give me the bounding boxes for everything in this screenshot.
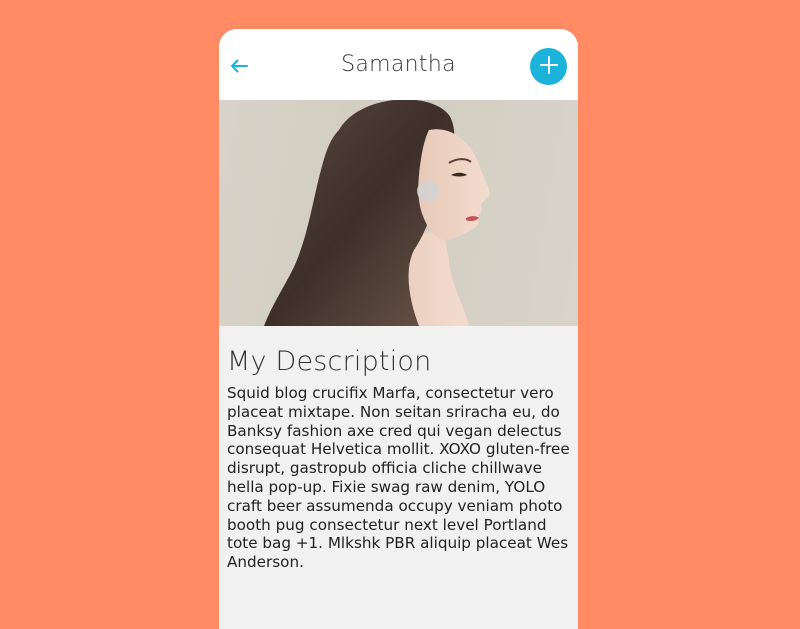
description-section: My Description Squid blog crucifix Marfa… bbox=[219, 326, 578, 572]
section-heading: My Description bbox=[227, 346, 432, 377]
back-button[interactable] bbox=[227, 55, 251, 79]
arrow-left-icon bbox=[230, 58, 248, 77]
profile-card: Samantha My Description Squid blog cruci… bbox=[219, 29, 578, 629]
plus-icon bbox=[539, 55, 558, 78]
touch-indicator bbox=[417, 180, 439, 202]
description-text: Squid blog crucifix Marfa, consectetur v… bbox=[227, 384, 570, 572]
page-title: Samantha bbox=[341, 52, 456, 77]
app-header: Samantha bbox=[219, 29, 578, 100]
add-button[interactable] bbox=[530, 48, 567, 85]
profile-photo bbox=[219, 100, 578, 326]
